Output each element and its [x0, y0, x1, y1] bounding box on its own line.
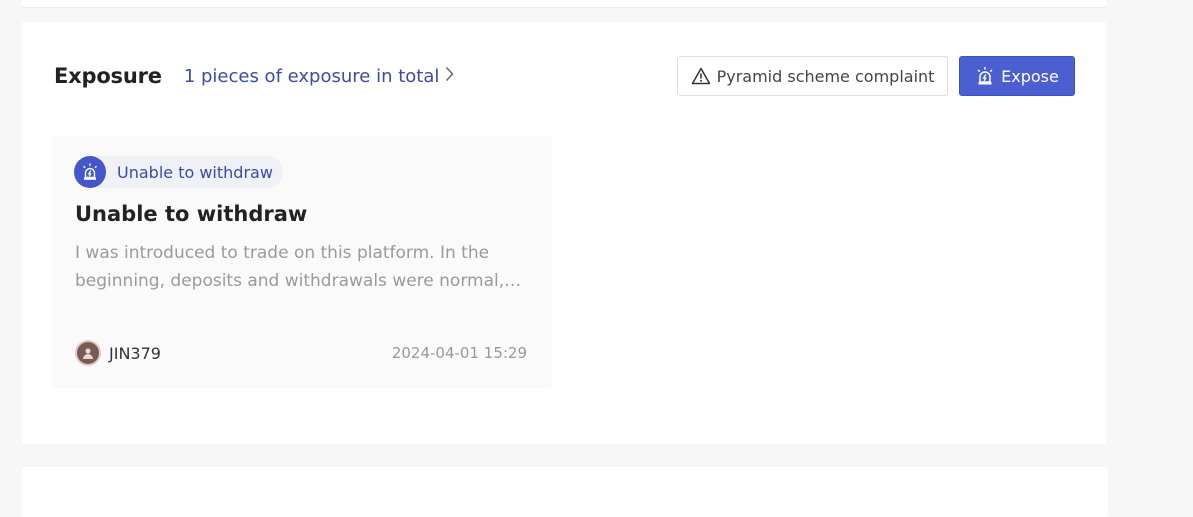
warning-triangle-icon: [691, 67, 711, 85]
exposure-total-label: 1 pieces of exposure in total: [183, 65, 440, 87]
section-title: Exposure: [54, 64, 162, 88]
category-tag: Unable to withdraw: [74, 156, 283, 188]
exposure-section: Exposure 1 pieces of exposure in total P…: [22, 22, 1106, 444]
exposure-header: Exposure 1 pieces of exposure in total P…: [54, 56, 1075, 96]
alarm-siren-icon: [74, 156, 106, 188]
card-description: I was introduced to trade on this platfo…: [75, 243, 505, 291]
chevron-right-icon: [445, 66, 454, 87]
pyramid-scheme-complaint-button[interactable]: Pyramid scheme complaint: [677, 56, 948, 96]
card-title[interactable]: Unable to withdraw: [75, 202, 307, 226]
previous-section-edge: [22, 0, 1106, 8]
exposure-card[interactable]: Unable to withdraw Unable to withdraw I …: [52, 136, 552, 388]
expose-button[interactable]: Expose: [959, 56, 1075, 96]
alarm-siren-icon: [975, 66, 995, 86]
category-tag-label: Unable to withdraw: [117, 162, 273, 182]
post-date: 2024-04-01 15:29: [391, 344, 527, 362]
complaint-button-label: Pyramid scheme complaint: [716, 66, 935, 86]
exposure-total-link[interactable]: 1 pieces of exposure in total: [184, 66, 455, 87]
user-avatar: [75, 340, 101, 366]
expose-button-label: Expose: [1001, 66, 1059, 86]
username: JIN379: [109, 343, 161, 363]
next-section: [22, 467, 1108, 517]
card-footer: JIN379 2024-04-01 15:29: [75, 340, 527, 366]
